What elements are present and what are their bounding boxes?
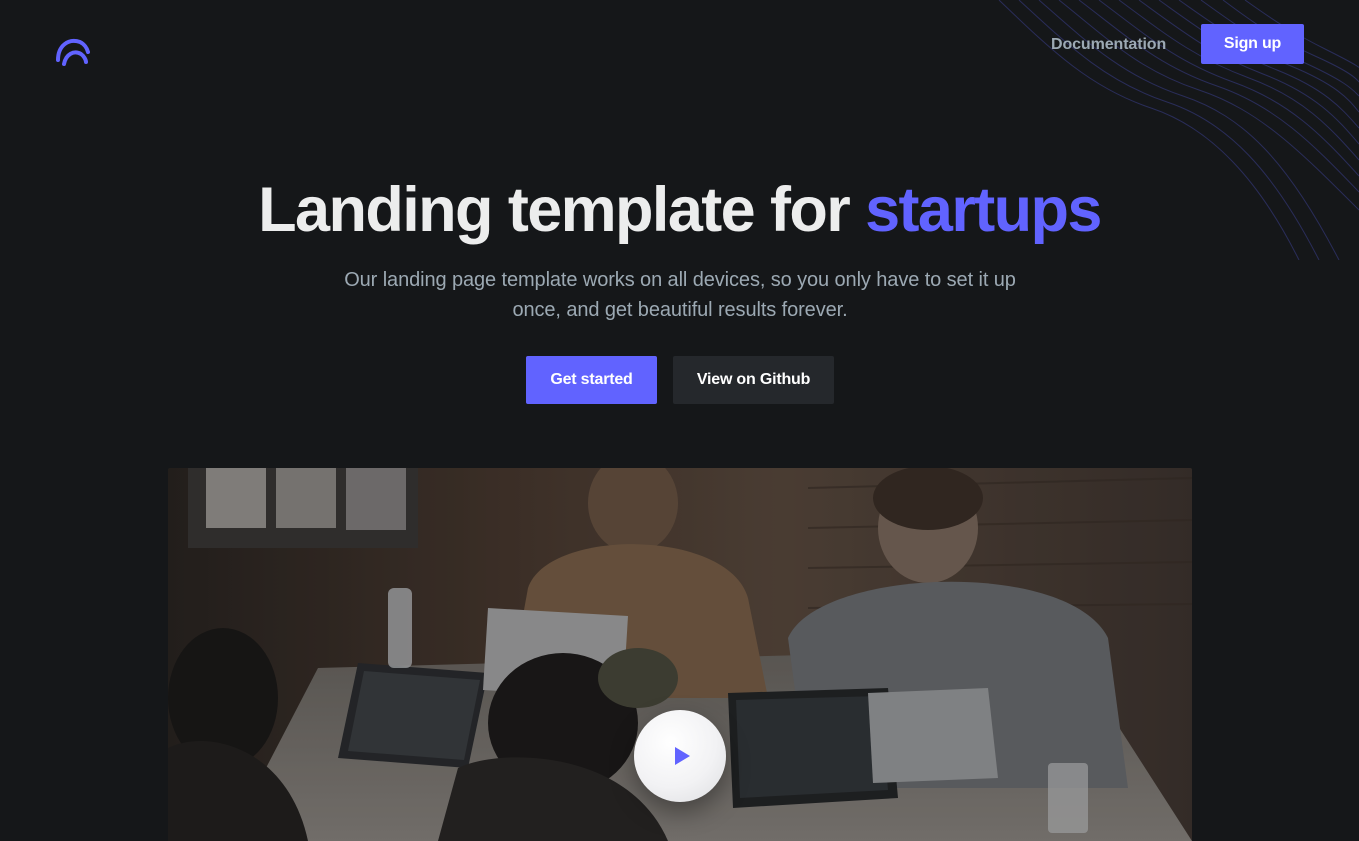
video-play-button[interactable] [634,710,726,802]
landing-page: Documentation Sign up Landing template f… [0,0,1359,841]
signup-button[interactable]: Sign up [1201,24,1304,64]
hero-title-accent: startups [865,175,1102,245]
nav-documentation-link[interactable]: Documentation [1051,35,1166,55]
hero-video[interactable] [168,468,1192,841]
brand-logo-icon[interactable] [54,34,90,70]
hero-subtitle: Our landing page template works on all d… [344,269,1016,321]
view-on-github-button[interactable]: View on Github [673,356,834,404]
hero-title-main: Landing template for [258,175,866,245]
play-icon [674,747,690,765]
site-header: Documentation Sign up [0,0,1359,88]
hero-title: Landing template for startups [0,170,1359,250]
get-started-button[interactable]: Get started [526,356,657,404]
